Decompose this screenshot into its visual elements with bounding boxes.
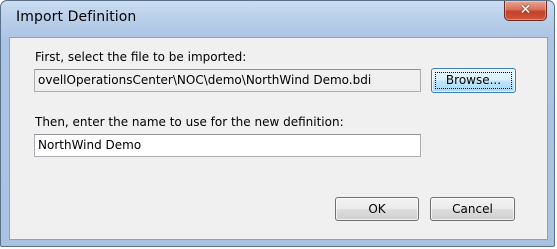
dialog-content: First, select the file to be imported: o… bbox=[9, 37, 548, 240]
close-button[interactable]: ✕ bbox=[504, 1, 547, 21]
name-prompt-label: Then, enter the name to use for the new … bbox=[35, 115, 344, 129]
cancel-button[interactable]: Cancel bbox=[430, 197, 515, 221]
file-path-field[interactable]: ovellOperationsCenter\NOC\demo\NorthWind… bbox=[34, 69, 421, 92]
browse-button[interactable]: Browse... bbox=[431, 68, 516, 93]
import-definition-dialog: Import Definition ✕ First, select the fi… bbox=[0, 0, 555, 247]
definition-name-input[interactable]: NorthWind Demo bbox=[34, 134, 421, 157]
focus-ring bbox=[435, 72, 512, 89]
title-bar[interactable]: Import Definition ✕ bbox=[1, 1, 556, 37]
close-x-icon: ✕ bbox=[519, 2, 532, 18]
dialog-title: Import Definition bbox=[16, 9, 137, 25]
file-prompt-label: First, select the file to be imported: bbox=[35, 50, 247, 64]
ok-button[interactable]: OK bbox=[335, 197, 419, 221]
